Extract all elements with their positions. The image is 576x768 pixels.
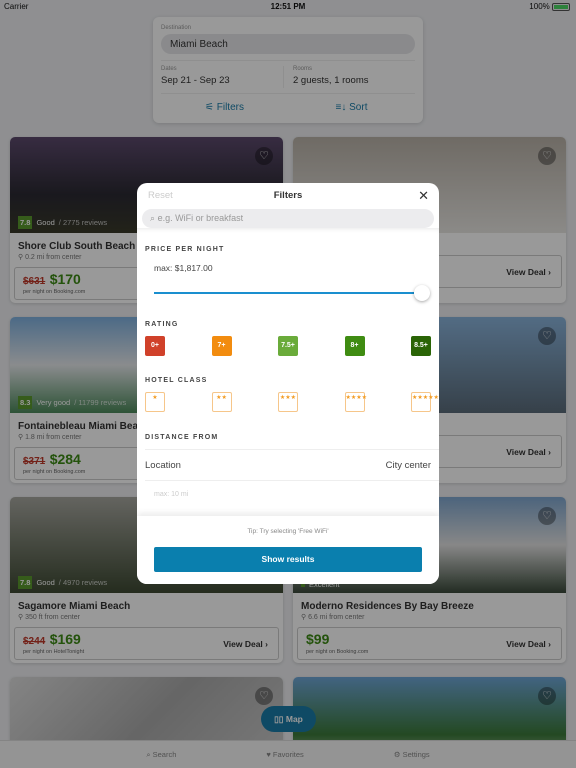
rating-title: RATING (145, 321, 179, 328)
rating-option[interactable]: 8+ (344, 336, 365, 356)
hotel-class-2-star[interactable]: ★★ (211, 392, 232, 412)
rating-option[interactable]: 7.5+ (278, 336, 298, 356)
price-max: max: $1,817.00 (154, 263, 213, 273)
hotel-class-title: HOTEL CLASS (145, 377, 208, 384)
price-title: PRICE PER NIGHT (145, 246, 225, 253)
search-icon: ⌕ (150, 213, 156, 223)
filter-search-input[interactable]: ⌕ e.g. WiFi or breakfast (142, 209, 434, 228)
reset-button[interactable]: Reset (148, 183, 173, 209)
hotel-class-4-star[interactable]: ★★★★ (344, 392, 368, 412)
hotel-class-5-star[interactable]: ★★★★★ (411, 392, 439, 412)
tip-text: Tip: Try selecting 'Free WiFi' (247, 528, 329, 535)
filters-modal: Reset Filters ✕ ⌕ e.g. WiFi or breakfast… (137, 183, 439, 584)
star-icon: ★ (152, 395, 158, 401)
location-value: City center (385, 459, 431, 471)
star-icon: ★★ (216, 395, 227, 401)
modal-title: Filters (273, 190, 303, 201)
star-icon: ★★★★★ (412, 395, 439, 401)
price-slider[interactable] (154, 285, 430, 301)
distance-title: DISTANCE FROM (145, 434, 219, 441)
close-icon[interactable]: ✕ (418, 183, 429, 209)
modal-footer: Tip: Try selecting 'Free WiFi' Show resu… (137, 516, 439, 584)
rating-option[interactable]: 7+ (211, 336, 232, 356)
location-label: Location (145, 459, 181, 471)
star-icon: ★★★ (279, 395, 297, 401)
hotel-class-1-star[interactable]: ★ (145, 392, 165, 412)
rating-option[interactable]: 0+ (145, 336, 165, 356)
show-results-button[interactable]: Show results (154, 547, 422, 572)
star-icon: ★★★★ (345, 395, 368, 401)
rating-option[interactable]: 8.5+ (411, 336, 431, 356)
location-row[interactable]: Location City center (145, 449, 439, 481)
hotel-class-3-star[interactable]: ★★★ (278, 392, 298, 412)
slider-thumb[interactable] (414, 285, 430, 301)
distance-max: max: 10 mi (154, 491, 189, 498)
